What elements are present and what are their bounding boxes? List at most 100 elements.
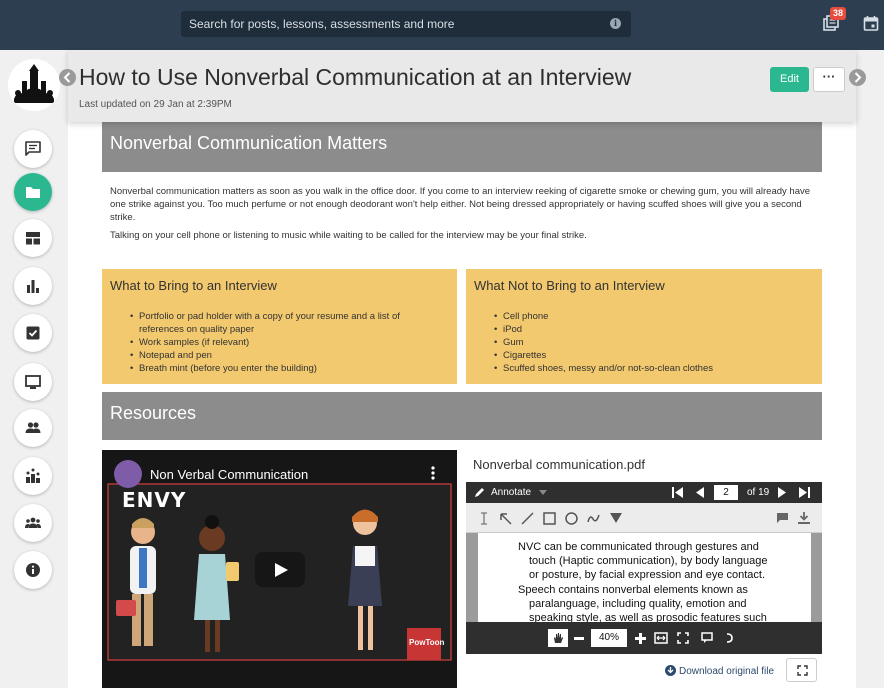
rail-groups-button[interactable] (14, 504, 52, 542)
rail-folder-button[interactable] (14, 173, 52, 211)
group-icon (25, 517, 41, 528)
video-menu-icon[interactable] (431, 466, 435, 480)
pdf-text-line: paralanguage, including quality, emotion… (529, 598, 747, 610)
school-logo[interactable] (8, 59, 60, 111)
download-circle-icon (665, 665, 676, 676)
download-arrow-icon[interactable] (798, 512, 810, 524)
box-title: What Not to Bring to an Interview (474, 278, 665, 293)
rail-reports-button[interactable] (14, 267, 52, 305)
rail-dashboard-button[interactable] (14, 219, 52, 257)
rail-people-button[interactable] (14, 409, 52, 447)
pdf-text-line: touch (Haptic communication), by body la… (529, 555, 768, 567)
rotate-icon[interactable] (724, 632, 734, 644)
video-player[interactable]: Non Verbal Communication ENVY PowToon (102, 450, 457, 688)
page-number-input[interactable]: 2 (714, 485, 738, 500)
last-updated: Last updated on 29 Jan at 2:39PM (79, 99, 232, 110)
first-page-icon[interactable] (672, 487, 683, 498)
pdf-filename: Nonverbal communication.pdf (473, 457, 645, 472)
fit-page-icon[interactable] (677, 632, 689, 644)
annotate-label[interactable]: Annotate (491, 487, 531, 498)
search-info-icon[interactable]: i (610, 18, 621, 29)
section-title: Nonverbal Communication Matters (110, 133, 388, 153)
body-paragraph: Talking on your cell phone or listening … (110, 230, 587, 241)
next-page-icon[interactable] (778, 487, 787, 498)
what-not-to-bring-box: What Not to Bring to an Interview Cell p… (466, 269, 822, 384)
fill-tool-icon[interactable] (610, 513, 622, 523)
pdf-bottom-toolbar: 40% (466, 622, 822, 654)
chevron-left-icon (63, 72, 71, 83)
resources-title: Resources (110, 403, 197, 423)
line-tool-icon[interactable] (521, 512, 534, 525)
edit-button[interactable]: Edit (770, 67, 809, 92)
fullscreen-button[interactable] (786, 658, 817, 682)
next-page-button[interactable] (849, 69, 866, 86)
pdf-text-line: Speech contains nonverbal elements known… (518, 584, 748, 596)
list-item: Portfolio or pad holder with a copy of y… (130, 310, 400, 323)
left-rail (0, 50, 68, 688)
zoom-in-icon[interactable] (635, 633, 646, 644)
video-overlay-text: ENVY (122, 488, 187, 512)
notification-badge: 38 (830, 7, 847, 20)
arrow-tool-icon[interactable] (499, 512, 512, 525)
more-options-button[interactable]: ··· (813, 67, 845, 92)
expand-icon (797, 665, 808, 676)
rail-presentation-button[interactable] (14, 363, 52, 401)
what-to-bring-box: What to Bring to an Interview Portfolio … (102, 269, 457, 384)
list-item: references on quality paper (139, 324, 255, 335)
hand-icon (554, 633, 563, 643)
box-title: What to Bring to an Interview (110, 278, 277, 293)
checkbox-icon (26, 326, 40, 340)
list-item: Gum (494, 336, 713, 349)
zoom-out-icon[interactable] (574, 637, 584, 640)
pdf-page-area[interactable]: NVC can be communicated through gestures… (466, 533, 822, 622)
page-content: Nonverbal Communication Matters Nonverba… (68, 122, 856, 688)
pdf-text-line: speaking style, as well as prosodic feat… (529, 612, 767, 622)
channel-avatar[interactable] (114, 460, 142, 488)
rail-tasks-button[interactable] (14, 314, 52, 352)
play-icon (275, 563, 288, 577)
ellipse-tool-icon[interactable] (565, 512, 578, 525)
rectangle-tool-icon[interactable] (543, 512, 556, 525)
castle-logo-icon (8, 59, 60, 111)
download-original-link[interactable]: Download original file (665, 665, 774, 677)
pencil-icon (475, 488, 484, 497)
section-header: Nonverbal Communication Matters (102, 122, 822, 172)
comments-panel-icon[interactable] (701, 632, 713, 644)
info-icon (26, 563, 40, 577)
freehand-tool-icon[interactable] (587, 512, 600, 525)
play-button[interactable] (255, 552, 305, 587)
page-title: How to Use Nonverbal Communication at an… (79, 64, 632, 90)
pdf-text-line: or posture, by facial expression and eye… (529, 569, 766, 581)
zoom-level[interactable]: 40% (591, 629, 627, 647)
list-item: iPod (494, 323, 713, 336)
list-item: Cell phone (494, 310, 713, 323)
last-page-icon[interactable] (799, 487, 810, 498)
not-bring-list: Cell phone iPod Gum Cigarettes Scuffed s… (494, 310, 713, 375)
search-input[interactable]: Search for posts, lessons, assessments a… (181, 11, 631, 37)
prev-page-icon[interactable] (695, 487, 704, 498)
download-label: Download original file (679, 666, 775, 677)
pdf-text-line: NVC can be communicated through gestures… (518, 541, 759, 553)
page-total: of 19 (747, 487, 770, 498)
video-badge: PowToon (409, 638, 445, 647)
list-item: Scuffed shoes, messy and/or not-so-clean… (494, 362, 713, 375)
text-cursor-icon[interactable] (480, 512, 488, 525)
search-placeholder: Search for posts, lessons, assessments a… (189, 17, 455, 31)
people-icon (25, 422, 41, 433)
ranking-icon (26, 468, 40, 483)
calendar-icon[interactable] (863, 15, 879, 31)
rail-info-button[interactable] (14, 551, 52, 589)
video-title[interactable]: Non Verbal Communication (150, 467, 308, 482)
prev-page-button[interactable] (59, 69, 76, 86)
bring-list: Portfolio or pad holder with a copy of y… (130, 310, 400, 375)
comment-icon[interactable] (776, 512, 789, 524)
comments-icon (25, 141, 41, 156)
page-header: How to Use Nonverbal Communication at an… (68, 50, 856, 122)
dropdown-caret-icon[interactable] (539, 490, 547, 495)
rail-ranking-button[interactable] (14, 457, 52, 495)
bar-chart-icon (27, 280, 39, 293)
fit-width-icon[interactable] (654, 632, 668, 644)
pan-tool-button[interactable] (548, 629, 568, 647)
list-item: Cigarettes (494, 349, 713, 362)
rail-comments-button[interactable] (14, 130, 52, 168)
